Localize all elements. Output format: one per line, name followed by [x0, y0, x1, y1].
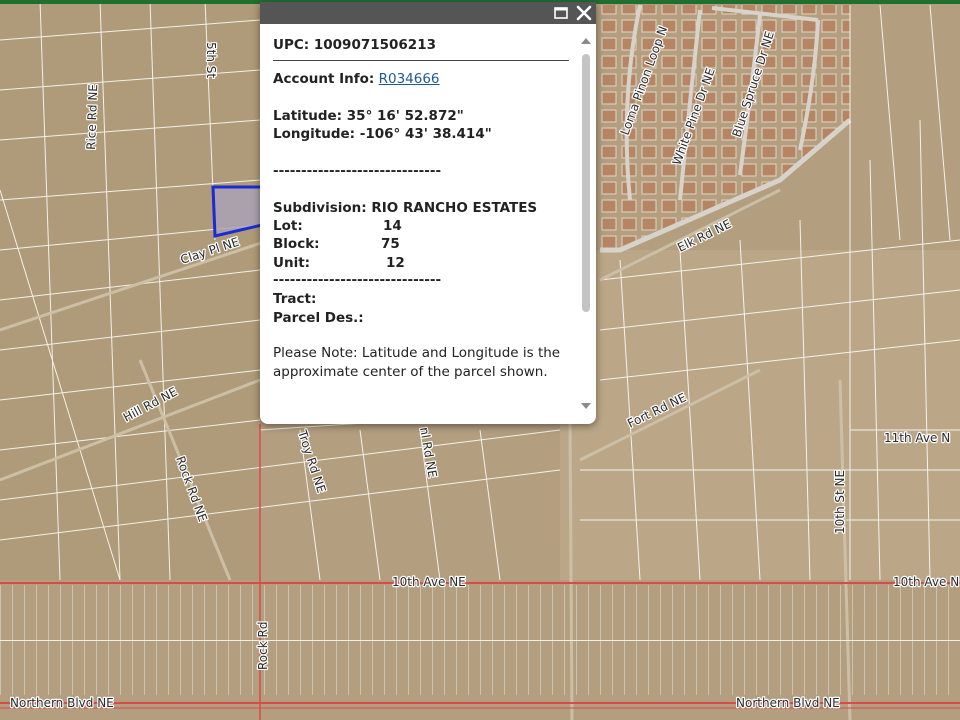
lot-value: 14 — [383, 218, 402, 234]
popup-note: Please Note: Latitude and Longitude is t… — [273, 345, 561, 380]
subdivision-value: RIO RANCHO ESTATES — [371, 200, 538, 216]
parcel-info-popup: UPC: 1009071506213 Account Info: R034666… — [260, 2, 596, 424]
scrollbar-thumb[interactable] — [582, 54, 590, 312]
block-row: Block: 75 — [273, 235, 473, 253]
lot-row: Lot: 14 — [273, 217, 473, 235]
separator-1: ------------------------------ — [273, 163, 442, 179]
street-label-10th-ave-b: 10th Ave N — [893, 575, 959, 589]
street-label-rock-rd: Rock Rd — [256, 622, 270, 670]
lot-band-divider — [0, 640, 960, 641]
street-label-11th-ave: 11th Ave N — [884, 431, 950, 445]
scroll-down-arrow-icon[interactable] — [580, 397, 592, 409]
street-label-10th-ave-a: 10th Ave NE — [392, 575, 466, 589]
subdivision-label: Subdivision: — [273, 200, 367, 216]
maximize-icon[interactable] — [553, 5, 569, 21]
tract-label: Tract: — [273, 291, 317, 307]
account-row: Account Info: R034666 — [273, 70, 440, 88]
block-value: 75 — [381, 236, 400, 252]
popup-divider — [273, 60, 569, 61]
upc-row: UPC: 1009071506213 — [273, 36, 436, 54]
account-label: Account Info: — [273, 71, 375, 87]
street-label-rice-rd: Rice Rd NE — [84, 84, 100, 150]
street-label-northern-blvd-b: Northern Blvd NE — [736, 696, 840, 710]
latitude-label: Latitude: — [273, 108, 343, 124]
latitude-value: 35° 16' 52.872" — [346, 108, 464, 124]
longitude-label: Longitude: — [273, 126, 356, 142]
account-link[interactable]: R034666 — [379, 71, 440, 87]
popup-content: UPC: 1009071506213 Account Info: R034666… — [273, 36, 573, 416]
separator-2: ------------------------------ — [273, 272, 442, 288]
street-label-10th-st: 10th St NE — [833, 470, 847, 534]
parcel-des-label: Parcel Des.: — [273, 310, 364, 326]
upc-label: UPC: — [273, 37, 310, 53]
longitude-row: Longitude: -106° 43' 38.414" — [273, 125, 492, 143]
scroll-up-arrow-icon[interactable] — [580, 32, 592, 44]
latitude-row: Latitude: 35° 16' 52.872" — [273, 107, 464, 125]
street-label-5th-st: 5th St — [204, 42, 218, 78]
unit-row: Unit: 12 — [273, 254, 473, 272]
block-label: Block: — [273, 236, 320, 252]
subdivision-row: Subdivision: RIO RANCHO ESTATES — [273, 199, 537, 217]
close-icon[interactable] — [574, 3, 594, 23]
popup-titlebar — [260, 2, 596, 24]
lot-label: Lot: — [273, 218, 303, 234]
street-label-northern-blvd-a: Northern Blvd NE — [10, 696, 114, 710]
longitude-value: -106° 43' 38.414" — [359, 126, 492, 142]
terrain-light-patch — [560, 250, 960, 580]
upc-value: 1009071506213 — [313, 37, 436, 53]
unit-value: 12 — [386, 255, 405, 271]
unit-label: Unit: — [273, 255, 311, 271]
